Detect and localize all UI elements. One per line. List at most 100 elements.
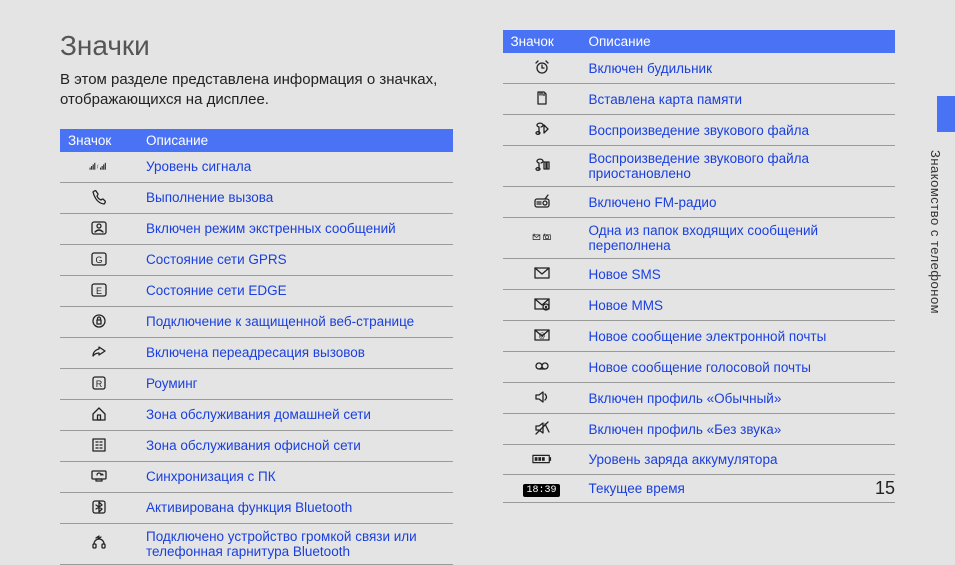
table-row: Выполнение вызова <box>60 182 453 213</box>
icon-description: Воспроизведение звукового файла <box>581 115 896 146</box>
silent-icon <box>503 414 581 445</box>
table-row: / Уровень сигнала <box>60 152 453 183</box>
signal-icon: / <box>60 152 138 183</box>
table-row: Новое сообщение голосовой почты <box>503 352 896 383</box>
battery-icon <box>503 445 581 475</box>
table-row: Включено FM-радио <box>503 187 896 218</box>
roaming-icon: R <box>89 374 109 392</box>
icon-description: Включен будильник <box>581 53 896 84</box>
voicemail-icon <box>532 357 552 375</box>
table-row: Новое MMS <box>503 290 896 321</box>
icon-description: Состояние сети GPRS <box>138 244 453 275</box>
right-column: Значок Описание Включен будильникВставле… <box>503 30 896 565</box>
side-accent-tab <box>937 96 955 132</box>
svg-text:E: E <box>96 286 102 296</box>
icon-description: Текущее время <box>581 475 896 503</box>
icon-description: Новое SMS <box>581 259 896 290</box>
inboxfull-icon <box>503 218 581 259</box>
th-icon: Значок <box>60 129 138 152</box>
icon-description: Подключено устройство громкой связи или … <box>138 523 453 564</box>
table-row: Уровень заряда аккумулятора <box>503 445 896 475</box>
headset-icon <box>89 534 109 552</box>
call-icon <box>60 182 138 213</box>
icon-description: Выполнение вызова <box>138 182 453 213</box>
bluetooth-icon <box>60 492 138 523</box>
svg-text:/: / <box>97 164 99 170</box>
office-icon <box>60 430 138 461</box>
alarm-icon <box>503 53 581 84</box>
gprs-icon: G <box>60 244 138 275</box>
table-row: Подключение к защищенной веб-странице <box>60 306 453 337</box>
left-column: Значки В этом разделе представлена инфор… <box>60 30 453 565</box>
headset-icon <box>60 523 138 564</box>
icon-description: Активирована функция Bluetooth <box>138 492 453 523</box>
th-icon: Значок <box>503 30 581 53</box>
icon-table-right: Значок Описание Включен будильникВставле… <box>503 30 896 503</box>
edge-icon: E <box>89 281 109 299</box>
table-row: Воспроизведение звукового файла приостан… <box>503 146 896 187</box>
radio-icon <box>532 192 552 210</box>
sync-icon <box>89 467 109 485</box>
voicemail-icon <box>503 352 581 383</box>
icon-description: Состояние сети EDGE <box>138 275 453 306</box>
table-row: Включен профиль «Без звука» <box>503 414 896 445</box>
mms-icon <box>532 295 552 313</box>
table-row: 18:39Текущее время <box>503 475 896 503</box>
home-icon <box>89 405 109 423</box>
svg-text:R: R <box>96 379 103 389</box>
signal-icon: / <box>89 157 109 175</box>
icon-description: Одна из папок входящих сообщений перепол… <box>581 218 896 259</box>
play-icon <box>503 115 581 146</box>
table-row: Зона обслуживания офисной сети <box>60 430 453 461</box>
page-title: Значки <box>60 30 453 62</box>
icon-description: Новое сообщение электронной почты <box>581 321 896 352</box>
time-icon: 18:39 <box>503 475 581 503</box>
section-side-label: Знакомство с телефоном <box>928 150 943 314</box>
table-row: Синхронизация с ПК <box>60 461 453 492</box>
bluetooth-icon <box>89 498 109 516</box>
icon-description: Включено FM-радио <box>581 187 896 218</box>
table-row: R Роуминг <box>60 368 453 399</box>
home-icon <box>60 399 138 430</box>
mms-icon <box>503 290 581 321</box>
sos-icon <box>60 213 138 244</box>
table-row: @Новое сообщение электронной почты <box>503 321 896 352</box>
th-desc: Описание <box>581 30 896 53</box>
table-row: Подключено устройство громкой связи или … <box>60 523 453 564</box>
table-row: Включен режим экстренных сообщений <box>60 213 453 244</box>
icon-description: Роуминг <box>138 368 453 399</box>
call-icon <box>89 188 109 206</box>
sound-icon <box>532 388 552 406</box>
sound-icon <box>503 383 581 414</box>
table-row: Вставлена карта памяти <box>503 84 896 115</box>
forward-icon <box>89 343 109 361</box>
icon-description: Включен режим экстренных сообщений <box>138 213 453 244</box>
alarm-icon <box>532 58 552 76</box>
battery-icon <box>532 450 552 468</box>
icon-description: Воспроизведение звукового файла приостан… <box>581 146 896 187</box>
icon-description: Включен профиль «Без звука» <box>581 414 896 445</box>
intro-text: В этом разделе представлена информация о… <box>60 70 453 111</box>
icon-description: Вставлена карта памяти <box>581 84 896 115</box>
icon-description: Зона обслуживания домашней сети <box>138 399 453 430</box>
office-icon <box>89 436 109 454</box>
pause-icon <box>503 146 581 187</box>
icon-description: Подключение к защищенной веб-странице <box>138 306 453 337</box>
edge-icon: E <box>60 275 138 306</box>
svg-text:G: G <box>95 255 102 265</box>
icon-description: Зона обслуживания офисной сети <box>138 430 453 461</box>
th-desc: Описание <box>138 129 453 152</box>
secure-icon <box>89 312 109 330</box>
sms-icon <box>503 259 581 290</box>
icon-description: Уровень заряда аккумулятора <box>581 445 896 475</box>
forward-icon <box>60 337 138 368</box>
table-row: E Состояние сети EDGE <box>60 275 453 306</box>
pause-icon <box>532 156 552 174</box>
sms-icon <box>532 264 552 282</box>
table-row: Новое SMS <box>503 259 896 290</box>
sdcard-icon <box>503 84 581 115</box>
icon-description: Новое сообщение голосовой почты <box>581 352 896 383</box>
table-row: Включена переадресация вызовов <box>60 337 453 368</box>
table-row: Включен профиль «Обычный» <box>503 383 896 414</box>
sos-icon <box>89 219 109 237</box>
